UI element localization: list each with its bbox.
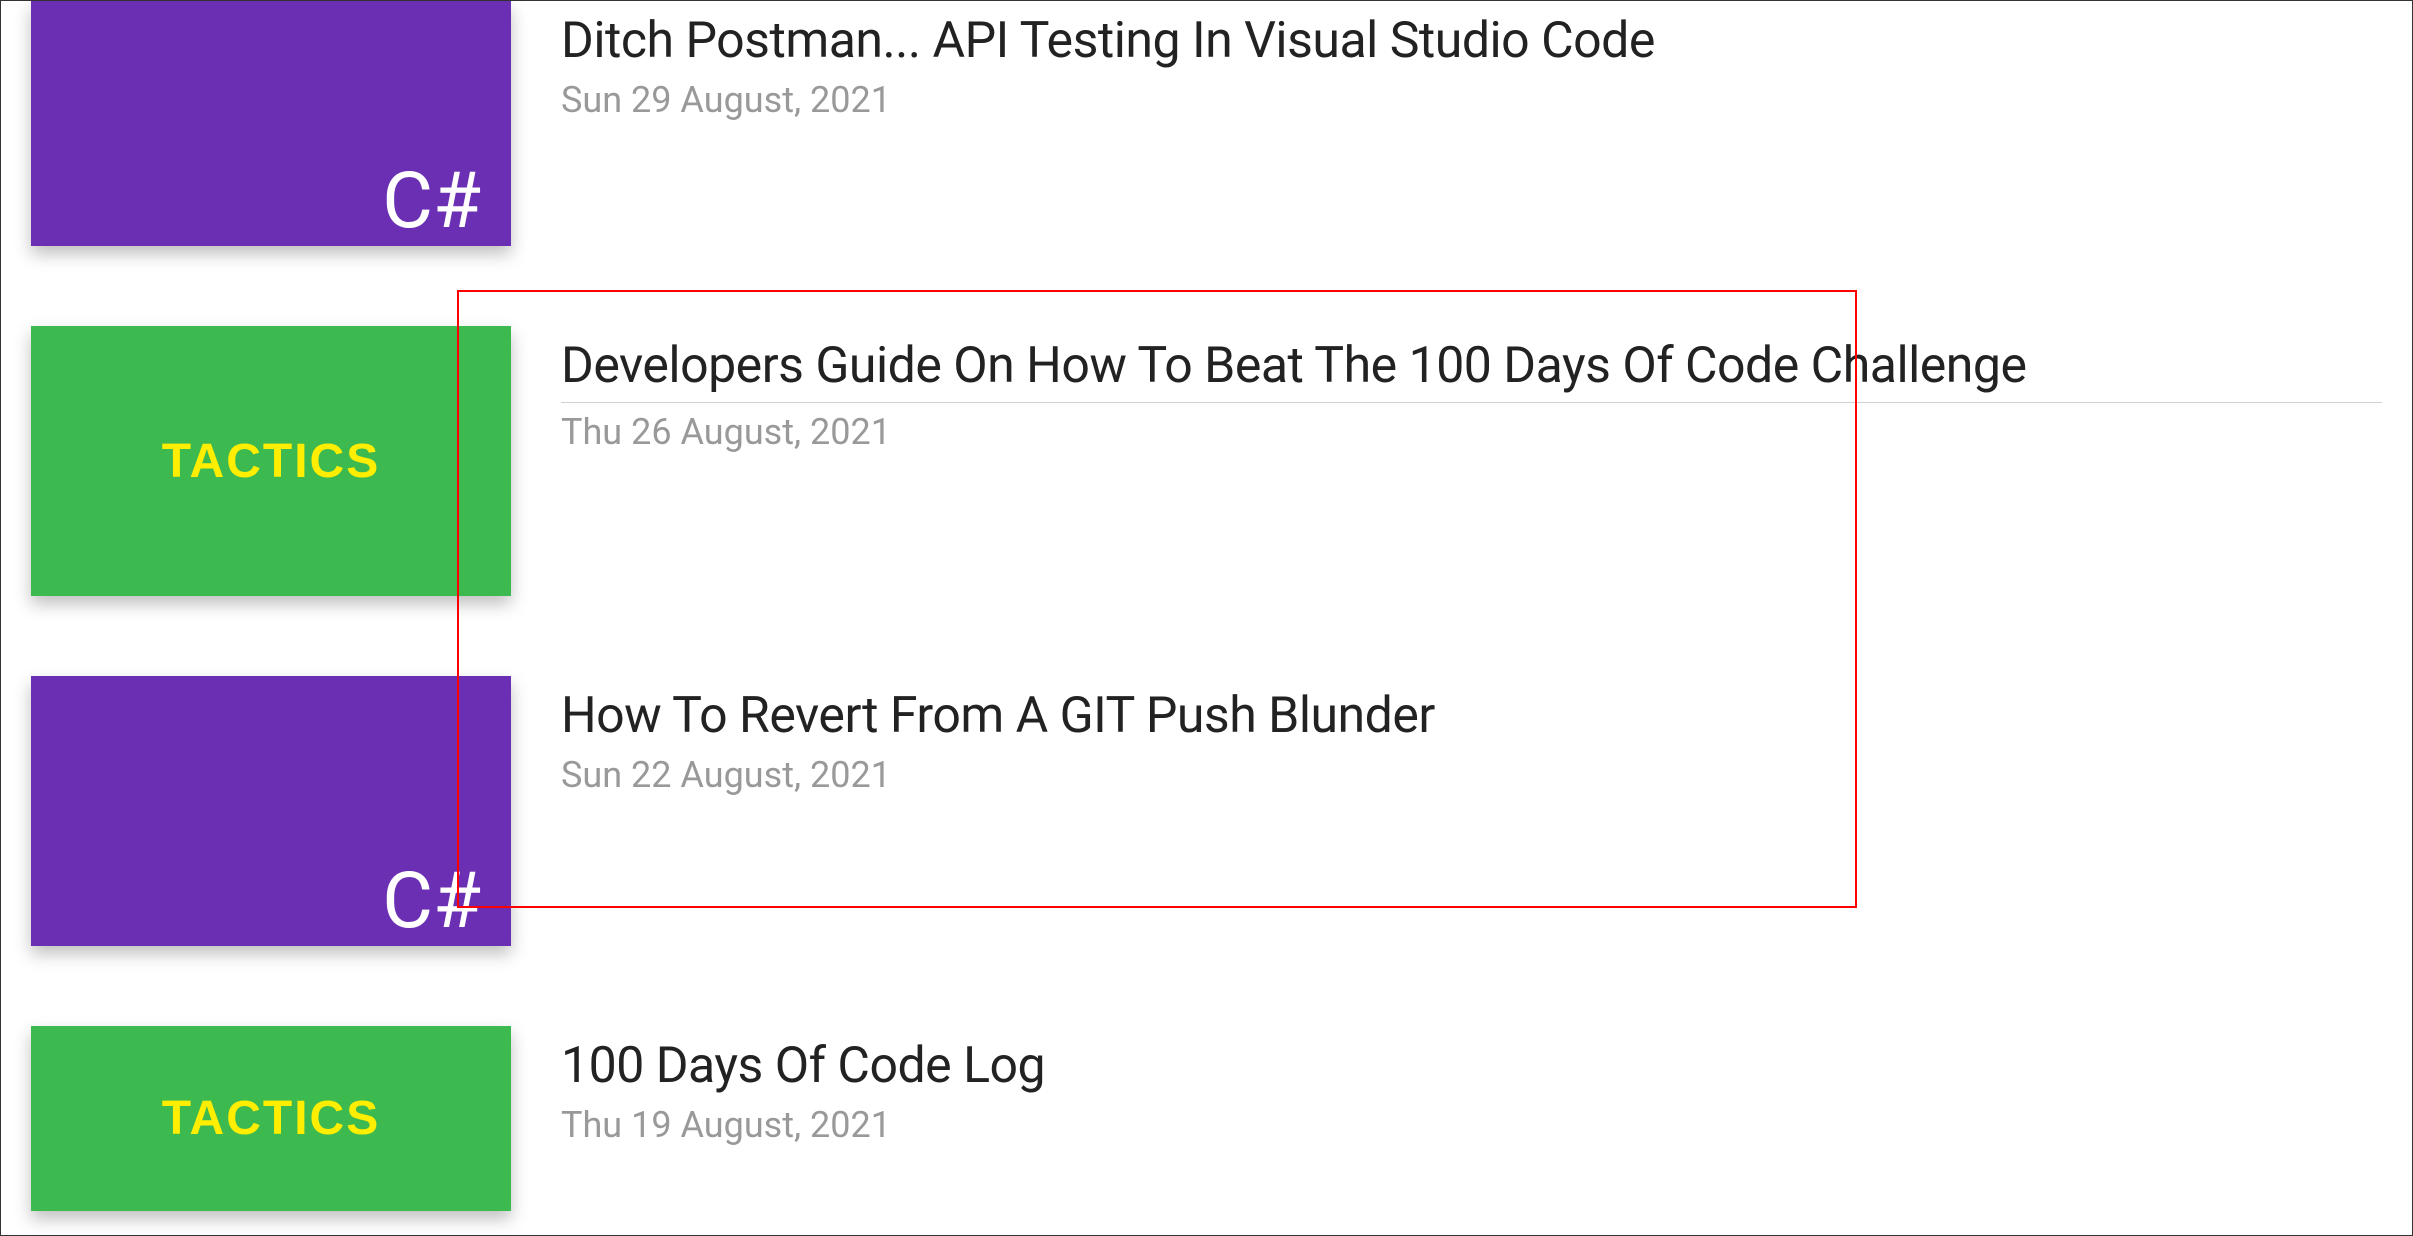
article-date: Sun 29 August, 2021: [561, 79, 2382, 121]
article-title[interactable]: 100 Days Of Code Log: [561, 1036, 2382, 1096]
article-row[interactable]: C# Ditch Postman... API Testing In Visua…: [31, 1, 2382, 256]
article-date: Thu 26 August, 2021: [561, 411, 2382, 453]
article-title[interactable]: Developers Guide On How To Beat The 100 …: [561, 336, 2382, 403]
article-list: C# Ditch Postman... API Testing In Visua…: [1, 1, 2412, 1221]
article-row[interactable]: TACTICS Developers Guide On How To Beat …: [31, 316, 2382, 606]
thumbnail-label: TACTICS: [162, 434, 380, 489]
article-row[interactable]: C# How To Revert From A GIT Push Blunder…: [31, 666, 2382, 956]
article-content: Ditch Postman... API Testing In Visual S…: [561, 1, 2382, 121]
article-thumbnail-csharp[interactable]: C#: [31, 1, 511, 246]
article-thumbnail-tactics[interactable]: TACTICS: [31, 1026, 511, 1211]
article-date: Sun 22 August, 2021: [561, 754, 2382, 796]
article-row[interactable]: TACTICS 100 Days Of Code Log Thu 19 Augu…: [31, 1016, 2382, 1221]
article-content: 100 Days Of Code Log Thu 19 August, 2021: [561, 1026, 2382, 1146]
article-date: Thu 19 August, 2021: [561, 1104, 2382, 1146]
article-content: How To Revert From A GIT Push Blunder Su…: [561, 676, 2382, 796]
spacer: [31, 606, 2382, 666]
spacer: [31, 956, 2382, 1016]
thumbnail-label: TACTICS: [162, 1091, 380, 1146]
article-thumbnail-tactics[interactable]: TACTICS: [31, 326, 511, 596]
spacer: [31, 256, 2382, 316]
thumbnail-label: C#: [382, 153, 511, 246]
article-content: Developers Guide On How To Beat The 100 …: [561, 326, 2382, 453]
article-title[interactable]: How To Revert From A GIT Push Blunder: [561, 686, 2382, 746]
article-thumbnail-csharp[interactable]: C#: [31, 676, 511, 946]
article-title[interactable]: Ditch Postman... API Testing In Visual S…: [561, 11, 2382, 71]
thumbnail-label: C#: [382, 853, 511, 946]
